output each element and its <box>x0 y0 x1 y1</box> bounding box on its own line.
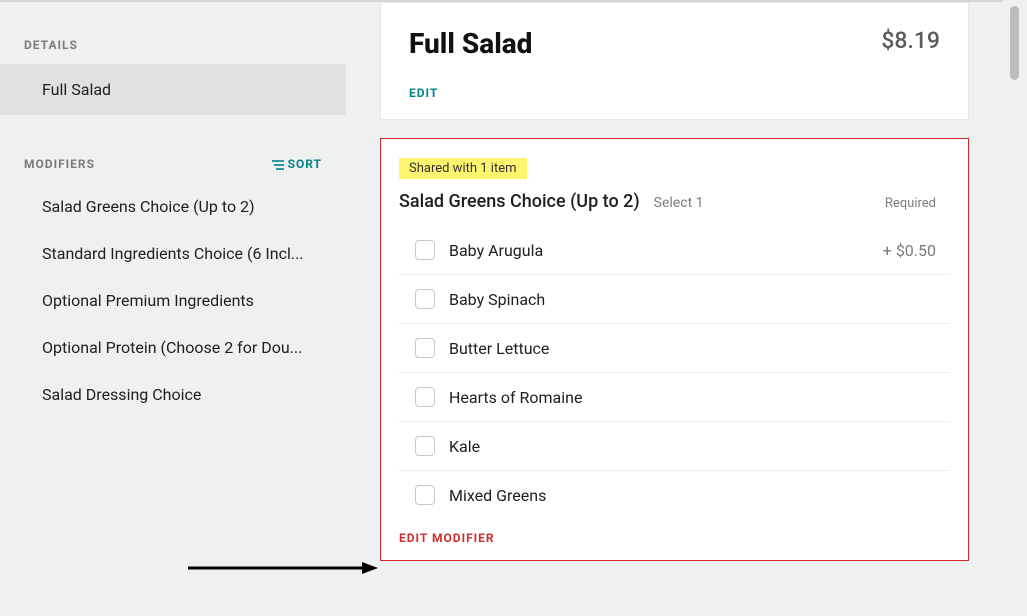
option-label: Butter Lettuce <box>449 339 936 358</box>
option-checkbox[interactable] <box>415 338 435 358</box>
sidebar-modifier-item[interactable]: Salad Dressing Choice <box>0 371 340 418</box>
option-checkbox[interactable] <box>415 240 435 260</box>
option-checkbox[interactable] <box>415 387 435 407</box>
modifiers-header-label: MODIFIERS <box>24 157 95 171</box>
sidebar-modifier-item[interactable]: Optional Protein (Choose 2 for Dou... <box>0 324 340 371</box>
option-checkbox[interactable] <box>415 436 435 456</box>
option-label: Hearts of Romaine <box>449 388 936 407</box>
option-checkbox[interactable] <box>415 485 435 505</box>
sidebar: DETAILS Full Salad MODIFIERS SORT Salad … <box>0 0 346 616</box>
modifier-select-text: Select 1 <box>654 195 704 211</box>
sidebar-modifier-item[interactable]: Salad Greens Choice (Up to 2) <box>0 183 340 230</box>
modifiers-list: Salad Greens Choice (Up to 2) Standard I… <box>0 183 346 418</box>
sort-label: SORT <box>288 157 322 171</box>
option-label: Mixed Greens <box>449 486 936 505</box>
option-row: Mixed Greens <box>399 471 950 519</box>
item-card: Full Salad $8.19 EDIT <box>380 2 969 120</box>
option-row: Butter Lettuce <box>399 324 950 373</box>
shared-badge: Shared with 1 item <box>399 158 527 179</box>
option-checkbox[interactable] <box>415 289 435 309</box>
edit-modifier-button[interactable]: EDIT MODIFIER <box>381 531 495 545</box>
sidebar-modifier-item[interactable]: Optional Premium Ingredients <box>0 277 340 324</box>
option-row: Hearts of Romaine <box>399 373 950 422</box>
modifier-set-title: Salad Greens Choice (Up to 2) <box>399 191 640 212</box>
item-price: $8.19 <box>881 27 940 54</box>
edit-item-button[interactable]: EDIT <box>409 86 438 100</box>
details-header: DETAILS <box>0 2 346 64</box>
option-row: Kale <box>399 422 950 471</box>
details-item[interactable]: Full Salad <box>0 64 346 115</box>
option-label: Baby Arugula <box>449 241 883 260</box>
option-label: Baby Spinach <box>449 290 936 309</box>
sort-button[interactable]: SORT <box>272 157 322 171</box>
options-list: Baby Arugula + $0.50 Baby Spinach Butter… <box>381 226 968 519</box>
option-row: Baby Spinach <box>399 275 950 324</box>
app-container: DETAILS Full Salad MODIFIERS SORT Salad … <box>0 0 1003 616</box>
sidebar-modifier-item[interactable]: Standard Ingredients Choice (6 Incl... <box>0 230 340 277</box>
modifier-title-left: Salad Greens Choice (Up to 2) Select 1 <box>399 191 704 212</box>
option-price: + $0.50 <box>883 241 936 260</box>
modifier-set-card: Shared with 1 item Salad Greens Choice (… <box>380 138 969 561</box>
item-title: Full Salad <box>409 27 532 60</box>
scrollbar-thumb[interactable] <box>1010 6 1019 80</box>
sort-icon <box>272 159 284 169</box>
option-label: Kale <box>449 437 936 456</box>
option-row: Baby Arugula + $0.50 <box>399 226 950 275</box>
modifier-required-text: Required <box>885 196 936 211</box>
item-header: Full Salad $8.19 <box>409 27 940 60</box>
main-content: Full Salad $8.19 EDIT Shared with 1 item… <box>346 0 1003 616</box>
modifiers-header-row: MODIFIERS SORT <box>0 115 346 183</box>
modifier-title-row: Salad Greens Choice (Up to 2) Select 1 R… <box>381 179 968 212</box>
